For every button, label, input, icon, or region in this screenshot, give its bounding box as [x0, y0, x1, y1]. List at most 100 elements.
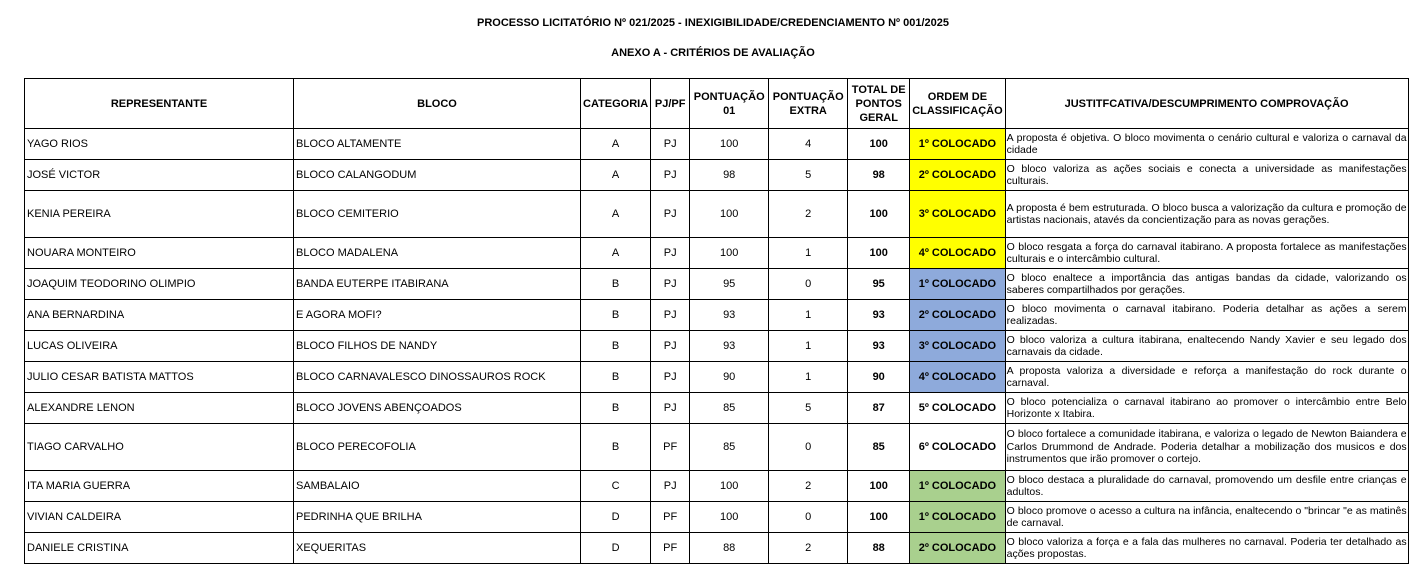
- cell-justificativa: A proposta é bem estruturada. O bloco bu…: [1004, 190, 1409, 238]
- cell-total: 93: [847, 299, 911, 331]
- table-row: NOUARA MONTEIRO BLOCO MADALENA A PJ 100 1 100 4…: [24, 237, 1409, 269]
- table-row: JOSÉ VICTOR BLOCO CALANGODUM A PJ 98 5 98 2º CO…: [24, 159, 1409, 191]
- cell-total: 85: [847, 423, 911, 471]
- cell-categoria: B: [579, 361, 652, 393]
- cell-bloco: BLOCO CALANGODUM: [293, 159, 581, 191]
- cell-representante: ANA BERNARDINA: [24, 299, 294, 331]
- cell-pj-pf: PJ: [650, 470, 691, 502]
- cell-bloco: PEDRINHA QUE BRILHA: [293, 501, 581, 533]
- cell-representante: JOSÉ VICTOR: [24, 159, 294, 191]
- cell-total: 87: [847, 392, 911, 424]
- cell-total: 88: [847, 532, 911, 564]
- cell-categoria: C: [579, 470, 652, 502]
- cell-pontuacao-01: 93: [689, 299, 770, 331]
- cell-justificativa: A proposta é objetiva. O bloco movimenta…: [1004, 128, 1409, 160]
- cell-justificativa: O bloco valoriza a força e a fala das mu…: [1004, 532, 1409, 564]
- cell-ordem: 1º COLOCADO: [909, 470, 1006, 502]
- cell-pontuacao-01: 98: [689, 159, 770, 191]
- cell-justificativa: O bloco promove o acesso a cultura na in…: [1004, 501, 1409, 533]
- cell-pj-pf: PF: [650, 501, 691, 533]
- cell-pj-pf: PJ: [650, 237, 691, 269]
- cell-pontuacao-01: 85: [689, 423, 770, 471]
- cell-categoria: B: [579, 423, 652, 471]
- header-total: TOTAL DE PONTOS GERAL: [847, 78, 911, 129]
- cell-pj-pf: PJ: [650, 361, 691, 393]
- cell-bloco: BLOCO CARNAVALESCO DINOSSAUROS ROCK: [293, 361, 581, 393]
- cell-representante: ITA MARIA GUERRA: [24, 470, 294, 502]
- cell-categoria: B: [579, 268, 652, 300]
- cell-justificativa: O bloco fortalece a comunidade itabirana…: [1004, 423, 1409, 471]
- cell-bloco: BLOCO JOVENS ABENÇOADOS: [293, 392, 581, 424]
- cell-ordem: 4º COLOCADO: [909, 361, 1006, 393]
- cell-total: 90: [847, 361, 911, 393]
- cell-categoria: A: [579, 128, 652, 160]
- cell-ordem: 1º COLOCADO: [909, 501, 1006, 533]
- cell-representante: DANIELE CRISTINA: [24, 532, 294, 564]
- table-row: JULIO CESAR BATISTA MATTOS BLOCO CARNAVAL…: [24, 361, 1409, 393]
- table-row: DANIELE CRISTINA XEQUERITAS D PF 88 2 88 2º COL…: [24, 532, 1409, 564]
- cell-pontuacao-01: 100: [689, 470, 770, 502]
- cell-ordem: 2º COLOCADO: [909, 299, 1006, 331]
- header-pontuacao-01: PONTUAÇÃO 01: [689, 78, 770, 129]
- cell-pj-pf: PJ: [650, 330, 691, 362]
- cell-pontuacao-01: 95: [689, 268, 770, 300]
- cell-pontuacao-extra: 0: [768, 501, 849, 533]
- cell-pj-pf: PJ: [650, 392, 691, 424]
- cell-total: 93: [847, 330, 911, 362]
- cell-pontuacao-extra: 2: [768, 190, 849, 238]
- cell-pontuacao-01: 100: [689, 128, 770, 160]
- cell-pontuacao-extra: 4: [768, 128, 849, 160]
- cell-representante: YAGO RIOS: [24, 128, 294, 160]
- cell-representante: TIAGO CARVALHO: [24, 423, 294, 471]
- cell-justificativa: O bloco valoriza as ações sociais e cone…: [1004, 159, 1409, 191]
- cell-pontuacao-01: 100: [689, 501, 770, 533]
- cell-ordem: 5º COLOCADO: [909, 392, 1006, 424]
- cell-ordem: 3º COLOCADO: [909, 330, 1006, 362]
- cell-pj-pf: PJ: [650, 268, 691, 300]
- cell-representante: JOAQUIM TEODORINO OLIMPIO: [24, 268, 294, 300]
- cell-total: 100: [847, 501, 911, 533]
- cell-categoria: B: [579, 330, 652, 362]
- cell-bloco: BANDA EUTERPE ITABIRANA: [293, 268, 581, 300]
- cell-justificativa: O bloco movimenta o carnaval itabirano. …: [1004, 299, 1409, 331]
- cell-justificativa: O bloco enaltece a importância das antig…: [1004, 268, 1409, 300]
- cell-pontuacao-01: 100: [689, 190, 770, 238]
- table-row: YAGO RIOS BLOCO ALTAMENTE A PJ 100 4 100 1º COL…: [24, 128, 1409, 160]
- cell-representante: LUCAS OLIVEIRA: [24, 330, 294, 362]
- cell-representante: KENIA PEREIRA: [24, 190, 294, 238]
- table-row: TIAGO CARVALHO BLOCO PERECOFOLIA B PF 85 0 85 6…: [24, 423, 1409, 471]
- cell-categoria: A: [579, 159, 652, 191]
- table-row: ANA BERNARDINA E AGORA MOFI? B PJ 93 1 93 2º CO…: [24, 299, 1409, 331]
- cell-bloco: BLOCO ALTAMENTE: [293, 128, 581, 160]
- cell-representante: ALEXANDRE LENON: [24, 392, 294, 424]
- header-pj-pf: PJ/PF: [650, 78, 691, 129]
- cell-bloco: SAMBALAIO: [293, 470, 581, 502]
- cell-pontuacao-extra: 1: [768, 361, 849, 393]
- table-row: LUCAS OLIVEIRA BLOCO FILHOS DE NANDY B PJ 93…: [24, 330, 1409, 362]
- cell-representante: JULIO CESAR BATISTA MATTOS: [24, 361, 294, 393]
- cell-bloco: BLOCO MADALENA: [293, 237, 581, 269]
- cell-pontuacao-extra: 2: [768, 532, 849, 564]
- cell-total: 100: [847, 237, 911, 269]
- cell-pontuacao-extra: 1: [768, 237, 849, 269]
- header-representante: REPRESENTANTE: [24, 78, 294, 129]
- cell-justificativa: O bloco potencializa o carnaval itabiran…: [1004, 392, 1409, 424]
- document-subtitle: ANEXO A - CRITÉRIOS DE AVALIAÇÃO: [611, 47, 815, 59]
- cell-justificativa: O bloco resgata a força do carnaval itab…: [1004, 237, 1409, 269]
- cell-ordem: 1º COLOCADO: [909, 268, 1006, 300]
- cell-pontuacao-01: 93: [689, 330, 770, 362]
- cell-ordem: 2º COLOCADO: [909, 532, 1006, 564]
- cell-bloco: E AGORA MOFI?: [293, 299, 581, 331]
- table-row: JOAQUIM TEODORINO OLIMPIO BANDA EUTERPE I…: [24, 268, 1409, 300]
- cell-pj-pf: PJ: [650, 159, 691, 191]
- cell-pontuacao-01: 88: [689, 532, 770, 564]
- cell-pontuacao-01: 90: [689, 361, 770, 393]
- cell-bloco: BLOCO CEMITERIO: [293, 190, 581, 238]
- cell-pontuacao-extra: 0: [768, 268, 849, 300]
- cell-pontuacao-01: 85: [689, 392, 770, 424]
- cell-justificativa: O bloco destaca a pluralidade do carnava…: [1004, 470, 1409, 502]
- cell-pontuacao-extra: 2: [768, 470, 849, 502]
- cell-pontuacao-extra: 0: [768, 423, 849, 471]
- cell-pj-pf: PJ: [650, 299, 691, 331]
- cell-bloco: BLOCO FILHOS DE NANDY: [293, 330, 581, 362]
